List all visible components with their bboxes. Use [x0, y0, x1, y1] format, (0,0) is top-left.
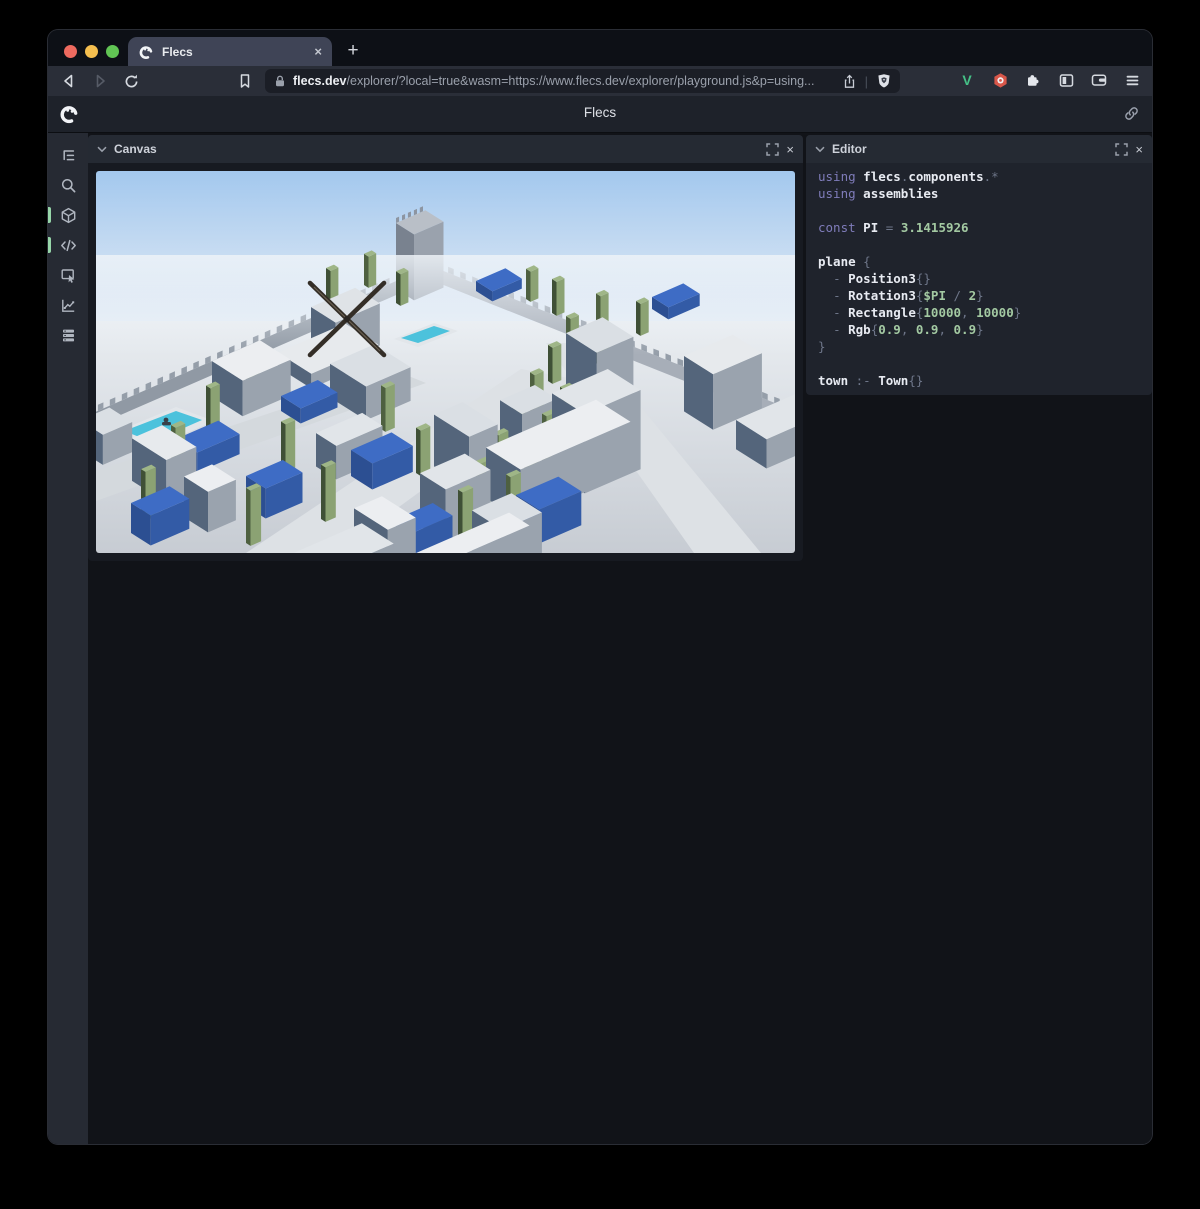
bookmark-icon[interactable] — [234, 70, 256, 92]
canvas-panel-header[interactable]: Canvas × — [88, 135, 803, 163]
sidebar-toggle-icon[interactable] — [1055, 69, 1077, 91]
tree-icon — [60, 147, 77, 164]
active-indicator — [48, 207, 51, 223]
url-domain: flecs.dev — [293, 74, 347, 88]
editor-panel-title: Editor — [832, 142, 1108, 156]
brave-shield-icon[interactable] — [876, 73, 892, 89]
expand-icon[interactable] — [1115, 143, 1128, 156]
entities-cube-icon — [60, 207, 77, 224]
window-controls — [64, 45, 119, 58]
url-path: /explorer/?local=true&wasm=https://www.f… — [347, 74, 836, 88]
reload-button[interactable] — [120, 70, 142, 92]
extension-hexagon-icon[interactable] — [989, 69, 1011, 91]
url-divider: | — [865, 74, 868, 89]
expand-icon[interactable] — [766, 143, 779, 156]
editor-code[interactable]: using flecs.components.*using assemblies… — [806, 163, 1152, 394]
editor-panel-header[interactable]: Editor × — [806, 135, 1152, 163]
menu-hamburger-icon[interactable] — [1121, 69, 1143, 91]
app-content: Canvas × Editor — [48, 133, 1152, 1144]
canvas-panel-title: Canvas — [114, 142, 759, 156]
chevron-down-icon — [97, 146, 107, 153]
close-panel-icon[interactable]: × — [1135, 142, 1143, 157]
extensions-puzzle-icon[interactable] — [1022, 69, 1044, 91]
flecs-favicon-icon — [138, 44, 154, 60]
active-indicator — [48, 237, 51, 253]
browser-toolbar: flecs.dev /explorer/?local=true&wasm=htt… — [48, 66, 1152, 96]
canvas-panel: Canvas × — [88, 135, 803, 561]
inspect-icon — [60, 267, 77, 284]
browser-tab[interactable]: Flecs × — [128, 37, 332, 66]
browser-window: Flecs × + — [48, 30, 1152, 1144]
zoom-window-button[interactable] — [106, 45, 119, 58]
page-title: Flecs — [48, 105, 1152, 120]
canvas-panel-body — [88, 163, 803, 561]
sidebar-item-tables[interactable] — [48, 320, 88, 350]
sidebar-item-code[interactable] — [48, 230, 88, 260]
vue-devtools-icon[interactable]: V — [956, 69, 978, 91]
app-header: Flecs — [48, 96, 1152, 133]
editor-panel: Editor × using flecs.components.*using a… — [806, 135, 1152, 395]
url-bar[interactable]: flecs.dev /explorer/?local=true&wasm=htt… — [265, 69, 900, 93]
stats-chart-icon — [60, 297, 77, 314]
3d-town-scene[interactable] — [96, 171, 795, 553]
tab-title: Flecs — [162, 45, 314, 59]
main-area: Canvas × Editor — [88, 133, 1152, 1144]
forward-button[interactable] — [89, 70, 111, 92]
wallet-icon[interactable] — [1088, 69, 1110, 91]
sidebar-item-entities[interactable] — [48, 200, 88, 230]
close-tab-icon[interactable]: × — [314, 44, 322, 59]
close-panel-icon[interactable]: × — [786, 142, 794, 157]
code-icon — [59, 237, 78, 254]
sidebar-item-inspect[interactable] — [48, 260, 88, 290]
sidebar-item-tree[interactable] — [48, 140, 88, 170]
tab-strip: Flecs × + — [48, 30, 1152, 66]
sidebar-item-stats[interactable] — [48, 290, 88, 320]
share-icon[interactable] — [842, 74, 857, 89]
tables-icon — [60, 327, 77, 344]
minimize-window-button[interactable] — [85, 45, 98, 58]
new-tab-button[interactable]: + — [340, 37, 366, 64]
chevron-down-icon — [815, 146, 825, 153]
sidebar — [48, 133, 88, 1144]
sidebar-item-search[interactable] — [48, 170, 88, 200]
close-window-button[interactable] — [64, 45, 77, 58]
search-icon — [60, 177, 77, 194]
lock-icon — [273, 74, 287, 88]
share-link-icon[interactable] — [1123, 105, 1140, 122]
back-button[interactable] — [58, 70, 80, 92]
